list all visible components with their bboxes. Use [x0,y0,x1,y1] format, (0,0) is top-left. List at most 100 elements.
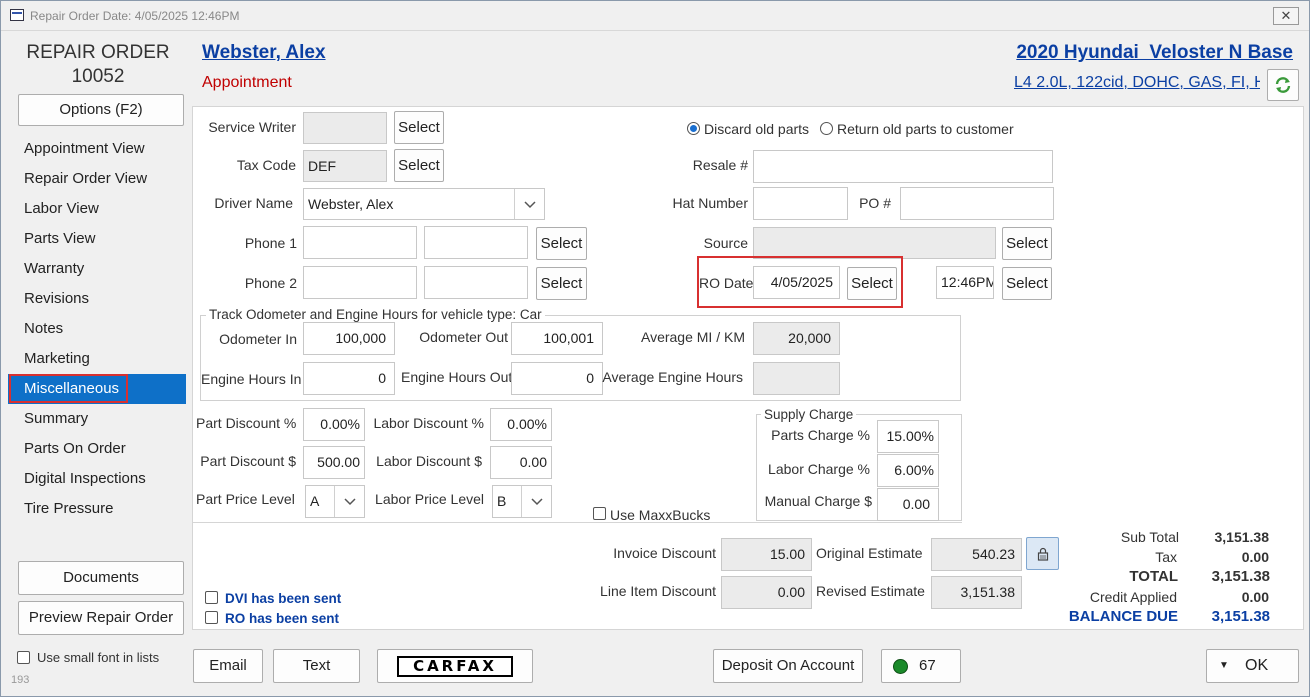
labor-charge-field[interactable]: 6.00% [877,454,939,487]
original-estimate-label: Original Estimate [816,545,923,561]
resale-label: Resale # [692,157,748,173]
small-font-label: Use small font in lists [37,650,160,665]
parts-charge-field[interactable]: 15.00% [877,420,939,453]
vehicle-link[interactable]: 2020 Hyundai Veloster N Base [1016,42,1293,64]
phone2-field[interactable] [303,266,417,299]
dvi-sent-checkbox[interactable] [205,591,218,604]
close-button[interactable]: ✕ [1273,7,1299,25]
refresh-vehicle-button[interactable] [1267,69,1299,101]
sidebar-item-digital-inspections[interactable]: Digital Inspections [8,464,186,494]
labor-charge-label: Labor Charge % [768,461,870,477]
status-label: Appointment [202,74,292,91]
status-dot-icon [893,659,908,674]
avg-mi-field: 20,000 [753,322,840,355]
carfax-label: CARFAX [413,657,497,675]
sidebar-item-warranty[interactable]: Warranty [8,254,186,284]
sidebar-item-labor-view[interactable]: Labor View [8,194,186,224]
sidebar-item-appointment-view[interactable]: Appointment View [8,134,186,164]
sidebar-item-parts-view[interactable]: Parts View [8,224,186,254]
text-button[interactable]: Text [273,649,360,683]
sidebar-item-summary[interactable]: Summary [8,404,186,434]
email-button[interactable]: Email [193,649,263,683]
part-price-level-select[interactable]: A [305,485,365,518]
line-item-discount-label: Line Item Discount [600,583,716,599]
phone2-select-button[interactable]: Select [536,267,587,300]
phone1-select-button[interactable]: Select [536,227,587,260]
ro-number: 10052 [71,66,125,87]
hat-number-field[interactable] [753,187,848,220]
phone1-field[interactable] [303,226,417,259]
sidebar-item-repair-order-view[interactable]: Repair Order View [8,164,186,194]
active-item-highlight [9,374,128,403]
supply-charge-title: Supply Charge [761,407,857,422]
part-discount-amt-label: Part Discount $ [200,453,296,469]
labor-price-level-value: B [497,493,507,509]
carfax-button[interactable]: CARFAX [377,649,533,683]
odometer-out-field[interactable]: 100,001 [511,322,603,355]
chevron-down-icon [521,486,551,517]
source-select-button[interactable]: Select [1002,227,1052,260]
manual-charge-label: Manual Charge $ [764,493,872,509]
preview-repair-order-button[interactable]: Preview Repair Order [18,601,184,635]
discard-parts-radio[interactable] [687,122,700,135]
customer-name-link[interactable]: Webster, Alex [202,42,326,64]
credit-applied-label: Credit Applied [1089,589,1177,605]
tax-code-select-button[interactable]: Select [394,149,444,182]
phone1-ext-field[interactable] [424,226,528,259]
refresh-icon [1275,77,1291,93]
engine-hours-out-field[interactable]: 0 [511,362,603,395]
ro-time-field[interactable]: 12:46PM [936,266,994,299]
manual-charge-field[interactable]: 0.00 [877,488,939,521]
driver-name-value: Webster, Alex [308,196,394,212]
revised-estimate-field: 3,151.38 [931,576,1022,609]
credit-applied-value: 0.00 [1241,589,1269,605]
deposit-on-account-button[interactable]: Deposit On Account [713,649,863,683]
sidebar-item-marketing[interactable]: Marketing [8,344,186,374]
source-field[interactable] [753,227,996,259]
sidebar-item-parts-on-order[interactable]: Parts On Order [8,434,186,464]
resale-field[interactable] [753,150,1053,183]
balance-due-label: BALANCE DUE [1068,608,1178,625]
service-writer-select-button[interactable]: Select [394,111,444,144]
odometer-group-title: Track Odometer and Engine Hours for vehi… [206,307,545,322]
sidebar-item-revisions[interactable]: Revisions [8,284,186,314]
driver-name-select[interactable]: Webster, Alex [303,188,545,220]
ro-time-select-button[interactable]: Select [1002,267,1052,300]
sidebar-item-tire-pressure[interactable]: Tire Pressure [8,494,186,524]
avg-engine-hours-label: Average Engine Hours [602,369,743,385]
odometer-in-field[interactable]: 100,000 [303,322,395,355]
po-field[interactable] [900,187,1054,220]
repair-order-window: Repair Order Date: 4/05/2025 12:46PM ✕ R… [0,0,1310,697]
sidebar-item-notes[interactable]: Notes [8,314,186,344]
tax-value: 0.00 [1241,549,1269,565]
estimate-lock-button[interactable] [1026,537,1059,570]
labor-price-level-select[interactable]: B [492,485,552,518]
part-price-level-label: Part Price Level [196,491,295,507]
service-writer-label: Service Writer [208,119,296,135]
service-writer-field[interactable] [303,112,387,144]
maxxbucks-checkbox[interactable] [593,507,606,520]
labor-discount-amt-field[interactable]: 0.00 [490,446,552,479]
small-font-checkbox[interactable] [17,651,30,664]
options-button[interactable]: Options (F2) [18,94,184,126]
panel-divider [192,522,962,523]
labor-discount-pct-field[interactable]: 0.00% [490,408,552,441]
total-label: TOTAL [1129,568,1178,585]
part-discount-pct-field[interactable]: 0.00% [303,408,365,441]
return-parts-radio[interactable] [820,122,833,135]
engine-hours-in-field[interactable]: 0 [303,362,395,395]
status-count-button[interactable]: 67 [881,649,961,683]
parts-charge-label: Parts Charge % [771,427,870,443]
engine-link[interactable]: L4 2.0L, 122cid, DOHC, GAS, FI, H [1014,74,1260,92]
phone1-label: Phone 1 [244,235,297,251]
phone2-ext-field[interactable] [424,266,528,299]
tax-code-field[interactable]: DEF [303,150,387,182]
ok-button[interactable]: ▼ OK [1206,649,1299,683]
part-discount-amt-field[interactable]: 500.00 [303,446,365,479]
labor-discount-pct-label: Labor Discount % [373,415,484,431]
ro-sent-checkbox[interactable] [205,611,218,624]
labor-price-level-label: Labor Price Level [375,491,484,507]
window-title: Repair Order Date: 4/05/2025 12:46PM [30,9,240,23]
sub-total-label: Sub Total [1120,529,1179,545]
documents-button[interactable]: Documents [18,561,184,595]
